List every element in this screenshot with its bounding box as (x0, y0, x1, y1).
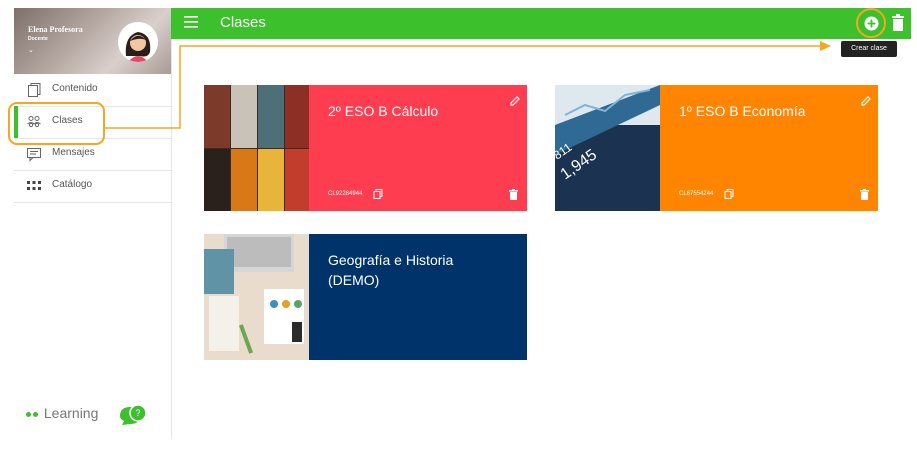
class-code: CL92284944 (328, 191, 363, 197)
add-class-button[interactable] (861, 13, 882, 34)
sidebar-item-label: Contenido (52, 83, 98, 94)
chevron-down-icon[interactable]: ⌄ (28, 46, 34, 54)
user-role: Docente (28, 36, 48, 42)
card-body: 2º ESO B Cálculo CL92284944 (309, 85, 527, 211)
class-title: 2º ESO B Cálculo (328, 103, 439, 119)
svg-text:?: ? (135, 408, 140, 418)
sidebar-item-label: Clases (52, 115, 83, 126)
sidebar-item-label: Mensajes (52, 147, 95, 158)
card-body: Geografía e Historia (DEMO) (309, 234, 527, 360)
help-chat-icon[interactable]: ? (118, 404, 148, 426)
book-icon (28, 83, 41, 97)
brand-name: Learning (43, 405, 99, 421)
copy-icon[interactable] (373, 189, 383, 199)
crear-clase-tooltip: Crear clase (841, 41, 897, 57)
sidebar: Elena Profesora Docente ⌄ Contenido Clas… (14, 8, 172, 439)
sidebar-item-label: Catálogo (52, 179, 93, 190)
brand-logo: Learning (26, 405, 98, 421)
pointer-arrow (820, 41, 831, 51)
sidebar-item-catalogo[interactable]: Catálogo (14, 170, 171, 203)
page-title: Clases (220, 14, 266, 31)
chat-icon (27, 148, 41, 162)
desk-photo (204, 234, 309, 360)
grid-icon (27, 181, 41, 190)
stats-screen-photo: 1,945 811 (555, 85, 660, 211)
class-code: CL67554244 (679, 191, 714, 197)
lockers-photo (204, 85, 309, 211)
brand-dot (26, 411, 31, 417)
active-indicator (14, 106, 18, 138)
class-card[interactable]: Geografía e Historia (DEMO) (204, 234, 527, 360)
trash-icon[interactable] (860, 189, 869, 200)
class-title: Geografía e Historia (DEMO) (328, 252, 454, 288)
brand-dot (33, 411, 38, 417)
class-title: 1º ESO B Economía (679, 103, 806, 119)
edit-icon[interactable] (860, 95, 872, 107)
hamburger-menu-icon[interactable] (184, 16, 198, 28)
trash-icon[interactable] (891, 13, 905, 33)
copy-icon[interactable] (724, 189, 734, 199)
class-card[interactable]: 2º ESO B Cálculo CL92284944 (204, 85, 527, 211)
sidebar-item-mensajes[interactable]: Mensajes (14, 138, 171, 171)
sidebar-item-contenido[interactable]: Contenido (14, 74, 171, 107)
sidebar-item-clases[interactable]: Clases (14, 106, 171, 139)
profile-header[interactable]: Elena Profesora Docente ⌄ (14, 8, 171, 74)
card-body: 1º ESO B Economía CL67554244 (660, 85, 878, 211)
avatar (118, 22, 158, 62)
users-icon (27, 116, 41, 128)
trash-icon[interactable] (509, 189, 518, 200)
user-name: Elena Profesora (28, 25, 83, 34)
edit-icon[interactable] (509, 95, 521, 107)
class-card[interactable]: 1,945 811 1º ESO B Economía CL67554244 (555, 85, 878, 211)
top-bar: Clases (171, 8, 911, 39)
